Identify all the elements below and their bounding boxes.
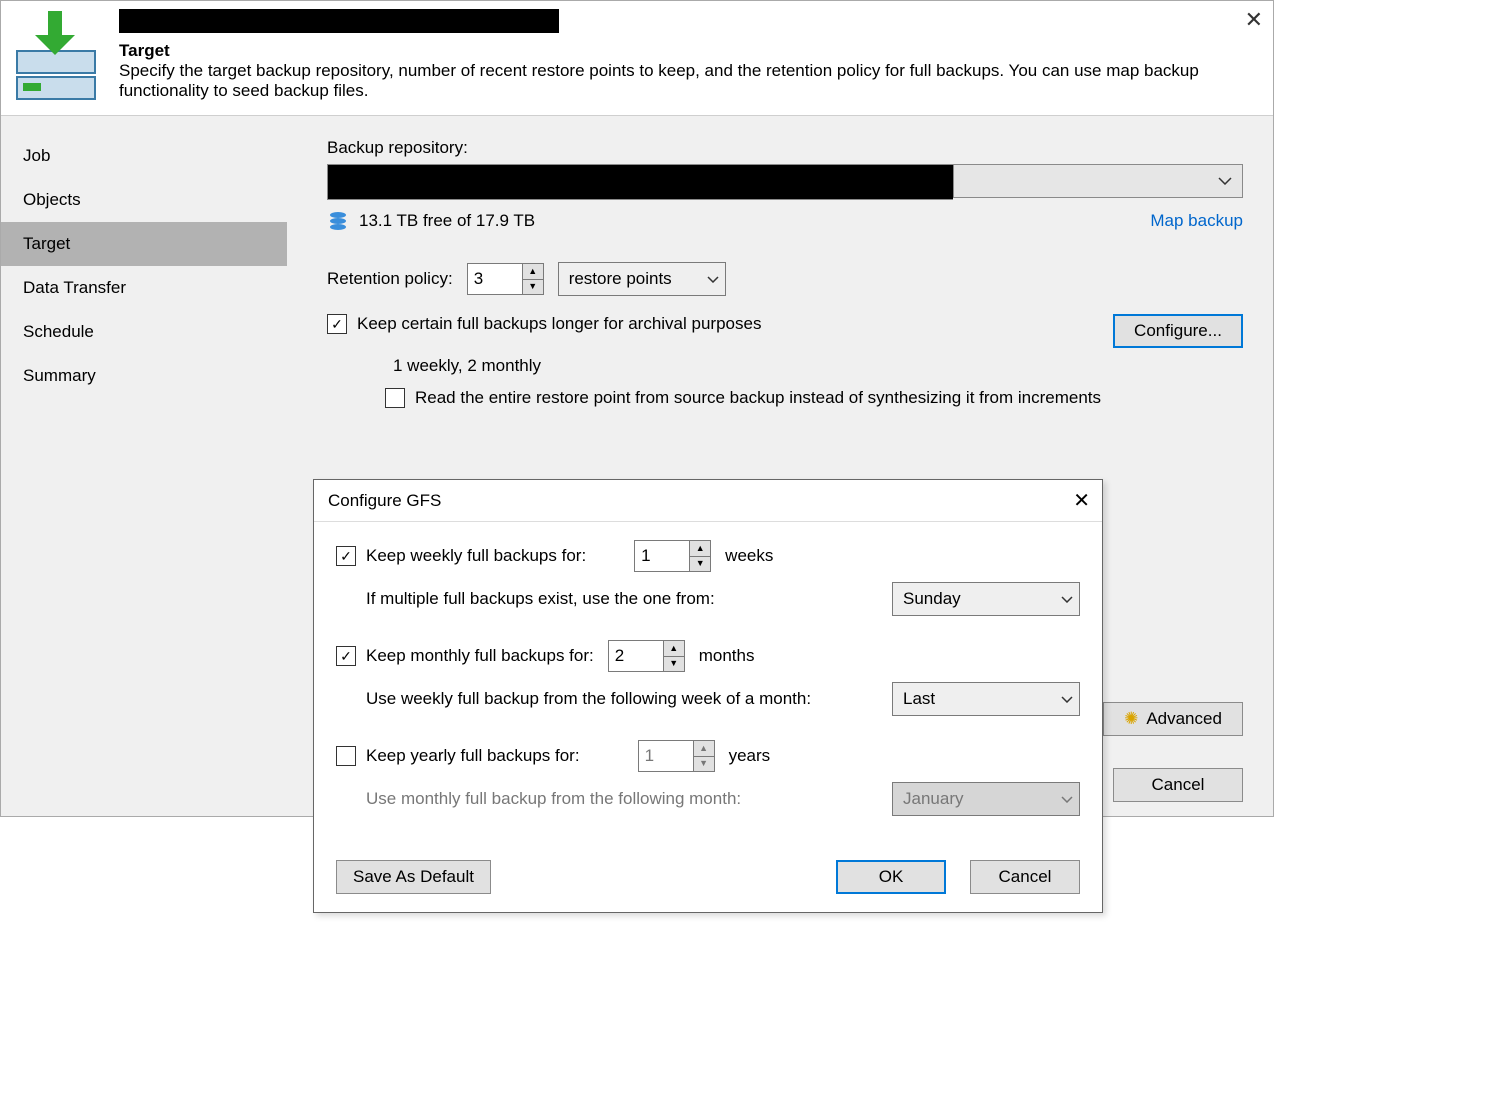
monthly-checkbox[interactable]: ✓ Keep monthly full backups for:: [336, 646, 594, 666]
page-description: Specify the target backup repository, nu…: [119, 61, 1259, 101]
gfs-summary-text: 1 weekly, 2 monthly: [393, 356, 1243, 376]
monthly-week-label: Use weekly full backup from the followin…: [366, 689, 878, 709]
weekly-day-value: Sunday: [903, 589, 961, 609]
yearly-month-select: January: [892, 782, 1080, 816]
wizard-cancel-button[interactable]: Cancel: [1113, 768, 1243, 802]
yearly-month-value: January: [903, 789, 963, 809]
cancel-button[interactable]: Cancel: [970, 860, 1080, 894]
weekly-label: Keep weekly full backups for:: [366, 546, 586, 566]
weekly-day-select[interactable]: Sunday: [892, 582, 1080, 616]
read-entire-label: Read the entire restore point from sourc…: [415, 388, 1101, 408]
weekly-unit-label: weeks: [725, 546, 773, 566]
spin-up-icon[interactable]: ▲: [690, 541, 710, 557]
redacted-title: [119, 9, 559, 33]
keep-full-checkbox[interactable]: ✓ Keep certain full backups longer for a…: [327, 314, 761, 334]
yearly-label: Keep yearly full backups for:: [366, 746, 580, 766]
close-icon[interactable]: ✕: [1073, 488, 1090, 513]
spin-up-icon[interactable]: ▲: [664, 641, 684, 657]
sidebar-item-objects[interactable]: Objects: [1, 178, 287, 222]
wizard-window: ✕ Target Specify the target backup repos…: [0, 0, 1274, 817]
free-space-text: 13.1 TB free of 17.9 TB: [359, 211, 535, 231]
configure-button[interactable]: Configure...: [1113, 314, 1243, 348]
weekly-count-stepper[interactable]: ▲▼: [634, 540, 711, 572]
ok-button[interactable]: OK: [836, 860, 946, 894]
yearly-checkbox[interactable]: Keep yearly full backups for:: [336, 746, 580, 766]
monthly-count-stepper[interactable]: ▲▼: [608, 640, 685, 672]
redacted-repo-name: [327, 164, 953, 200]
advanced-button[interactable]: ✺ Advanced: [1103, 702, 1243, 736]
retention-count-stepper[interactable]: ▲▼: [467, 263, 544, 295]
keep-full-label: Keep certain full backups longer for arc…: [357, 314, 761, 334]
monthly-week-select[interactable]: Last: [892, 682, 1080, 716]
yearly-month-label: Use monthly full backup from the followi…: [366, 789, 878, 809]
gear-icon: ✺: [1124, 709, 1138, 729]
monthly-count-input[interactable]: [609, 641, 663, 671]
chevron-down-icon: [707, 276, 719, 283]
yearly-count-stepper[interactable]: ▲▼: [638, 740, 715, 772]
backup-repo-select[interactable]: [327, 164, 1243, 200]
advanced-button-label: Advanced: [1146, 709, 1222, 729]
chevron-down-icon: [1218, 177, 1232, 185]
spin-down-icon[interactable]: ▼: [690, 557, 710, 572]
sidebar-item-target[interactable]: Target: [1, 222, 287, 266]
storage-icon: [327, 210, 349, 232]
configure-gfs-dialog: Configure GFS ✕ ✓ Keep weekly full backu…: [313, 479, 1103, 913]
weekly-count-input[interactable]: [635, 541, 689, 571]
sidebar-item-summary[interactable]: Summary: [1, 354, 287, 398]
wizard-header: Target Specify the target backup reposit…: [1, 1, 1273, 116]
target-icon: [13, 9, 103, 101]
spin-down-icon[interactable]: ▼: [523, 280, 543, 295]
chevron-down-icon: [1061, 596, 1073, 603]
spin-up-icon[interactable]: ▲: [694, 741, 714, 757]
chevron-down-icon: [1061, 796, 1073, 803]
read-entire-checkbox[interactable]: Read the entire restore point from sourc…: [385, 388, 1101, 408]
save-as-default-button[interactable]: Save As Default: [336, 860, 491, 894]
close-icon[interactable]: ✕: [1245, 7, 1263, 33]
retention-policy-label: Retention policy:: [327, 269, 453, 289]
wizard-sidebar: Job Objects Target Data Transfer Schedul…: [1, 116, 287, 816]
yearly-count-input[interactable]: [639, 741, 693, 771]
weekly-checkbox[interactable]: ✓ Keep weekly full backups for:: [336, 546, 586, 566]
weekly-day-label: If multiple full backups exist, use the …: [366, 589, 878, 609]
monthly-label: Keep monthly full backups for:: [366, 646, 594, 666]
dialog-title: Configure GFS: [328, 491, 441, 511]
spin-down-icon[interactable]: ▼: [694, 757, 714, 772]
spin-up-icon[interactable]: ▲: [523, 264, 543, 280]
map-backup-link[interactable]: Map backup: [1150, 211, 1243, 231]
yearly-unit-label: years: [729, 746, 771, 766]
page-title: Target: [119, 41, 1261, 61]
backup-repo-label: Backup repository:: [327, 138, 1243, 158]
sidebar-item-data-transfer[interactable]: Data Transfer: [1, 266, 287, 310]
monthly-week-value: Last: [903, 689, 935, 709]
retention-count-input[interactable]: [468, 264, 522, 294]
retention-unit-value: restore points: [569, 269, 672, 289]
spin-down-icon[interactable]: ▼: [664, 657, 684, 672]
monthly-unit-label: months: [699, 646, 755, 666]
sidebar-item-schedule[interactable]: Schedule: [1, 310, 287, 354]
retention-unit-select[interactable]: restore points: [558, 262, 726, 296]
sidebar-item-job[interactable]: Job: [1, 134, 287, 178]
chevron-down-icon: [1061, 696, 1073, 703]
